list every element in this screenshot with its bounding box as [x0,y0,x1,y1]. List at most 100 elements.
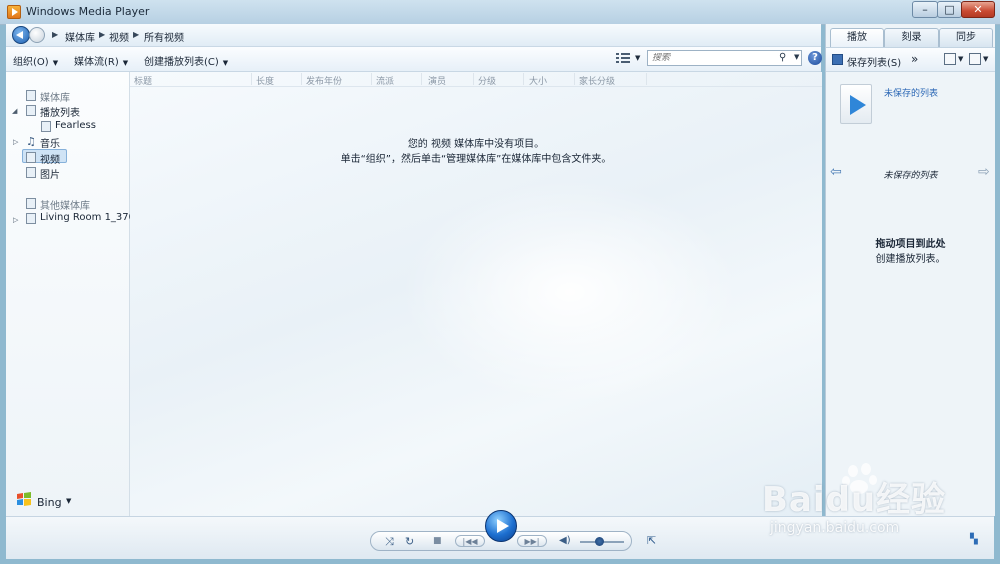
organize-label: 组织(O) [13,57,49,68]
maximize-button[interactable]: □ [937,1,962,18]
video-icon [26,152,36,163]
save-icon[interactable] [832,54,843,65]
list-view-icon[interactable] [969,53,981,65]
stream-label: 媒体流(R) [74,57,119,68]
bing-label[interactable]: Bing [37,496,62,509]
next-icon[interactable]: ▶▶| [517,535,547,547]
chevron-down-icon[interactable]: ▼ [983,55,988,63]
list-toolbar: 保存列表(S) » ▼ ▼ [826,47,995,72]
picture-icon [26,167,36,178]
bing-logo-icon[interactable] [16,491,32,507]
breadcrumb-all-videos[interactable]: 所有视频 [144,29,184,44]
column-header-rating[interactable]: 分级 [478,74,496,87]
sidebar-item-pictures[interactable]: 图片 [40,166,60,181]
breadcrumb-separator-icon: ▶ [52,30,59,39]
playlist-title-link[interactable]: 未保存的列表 [884,86,938,99]
navigation-pane: 媒体库 ◢ 播放列表 Fearless ▷ ♫ 音乐 视频 图片 其他媒体库 ▷… [6,72,135,516]
column-headers: 标题 长度 发布年份 流派 演员 分级 大小 家长分级 [130,72,822,87]
drag-items-hint: 创建播放列表。 [875,254,946,265]
column-header-title[interactable]: 标题 [134,74,152,87]
organize-menu[interactable]: 组织(O) ▼ [13,53,58,68]
save-list-button[interactable]: 保存列表(S) [847,54,901,69]
title-bar: Windows Media Player – □ ✕ [0,0,1000,25]
expand-arrow-icon[interactable]: ▷ [13,138,18,146]
more-options-button[interactable]: » [911,52,918,66]
create-playlist-menu[interactable]: 创建播放列表(C) ▼ [144,53,228,68]
column-divider[interactable] [421,73,422,85]
stream-menu[interactable]: 媒体流(R) ▼ [74,53,128,68]
playlist-art-icon [840,84,872,124]
navigation-bar: ▶ 媒体库 ▶ 视频 ▶ 所有视频 [6,24,821,47]
column-divider[interactable] [301,73,302,85]
tab-burn[interactable]: 刻录 [884,28,939,47]
column-divider[interactable] [574,73,575,85]
chevron-down-icon: ▼ [122,59,129,67]
app-icon[interactable] [7,5,21,19]
drag-items-heading: 拖动项目到此处 [875,239,946,250]
create-playlist-label: 创建播放列表(C) [144,57,219,68]
collapse-arrow-icon[interactable]: ◢ [12,107,17,115]
tab-play[interactable]: 播放 [830,28,884,47]
forward-button[interactable] [29,27,45,43]
playlist-icon [41,121,51,132]
breadcrumb-separator-icon[interactable]: ▶ [99,30,105,39]
repeat-icon[interactable]: ↻ [405,535,414,548]
column-header-parental-rating[interactable]: 家长分级 [579,74,615,87]
content-area: 标题 长度 发布年份 流派 演员 分级 大小 家长分级 您的 视频 媒体库中没有… [130,72,822,516]
help-icon[interactable]: ? [808,51,822,65]
volume-icon[interactable]: ◀) [559,535,571,546]
sidebar-item-video[interactable]: 视频 [40,151,60,166]
breadcrumb-separator-icon[interactable]: ▶ [133,30,139,39]
baidu-watermark: Baidu经验 [762,480,947,520]
empty-library-hint: 单击“组织”，然后单击“管理媒体库”在媒体库中包含文件夹。 [340,154,612,165]
playlist-icon [26,105,36,116]
search-icon[interactable]: ⚲ [779,52,786,63]
sidebar-item-playlists[interactable]: 播放列表 [40,104,80,119]
sidebar-item-living-room[interactable]: Living Room 1_370 [40,212,135,223]
expand-arrow-icon[interactable]: ▷ [13,216,18,224]
sidebar-item-library[interactable]: 媒体库 [40,89,70,104]
list-options-icon[interactable] [944,53,956,65]
search-box[interactable]: ⚲ ▼ [647,50,802,66]
sidebar-item-fearless[interactable]: Fearless [55,120,96,131]
column-header-size[interactable]: 大小 [529,74,547,87]
previous-icon[interactable]: |◀◀ [455,535,485,547]
sidebar-item-music[interactable]: 音乐 [40,135,60,150]
chevron-down-icon[interactable]: ▼ [635,54,640,62]
breadcrumb-video[interactable]: 视频 [109,29,129,44]
chevron-down-icon[interactable]: ▼ [794,53,799,61]
empty-library-message: 您的 视频 媒体库中没有项目。 [407,139,545,150]
play-icon[interactable] [485,510,517,542]
tab-sync[interactable]: 同步 [939,28,993,47]
other-libraries-icon [26,198,36,209]
list-pane: 播放 刻录 同步 保存列表(S) » ▼ ▼ 未保存的列表 ⇦ ⇨ 未保存的列表… [825,24,995,516]
music-note-icon: ♫ [26,135,36,148]
column-divider[interactable] [251,73,252,85]
column-divider[interactable] [646,73,647,85]
chevron-down-icon: ▼ [52,59,59,67]
close-button[interactable]: ✕ [961,1,995,18]
breadcrumb-library[interactable]: 媒体库 [65,29,95,44]
column-header-genre[interactable]: 流派 [376,74,394,87]
sidebar-item-other-libraries[interactable]: 其他媒体库 [40,197,90,212]
chevron-down-icon[interactable]: ▼ [958,55,963,63]
volume-slider-thumb[interactable] [595,537,605,546]
library-toolbar: 组织(O)▼ 媒体流(R)▼ 创建播放列表(C)▼ ▼ ⚲ ▼ ? [6,47,822,72]
column-divider[interactable] [371,73,372,85]
library-icon [26,90,36,101]
switch-view-icon[interactable]: ⇱ [647,534,656,547]
playlist-title: 未保存的列表 [883,171,938,181]
column-divider[interactable] [523,73,524,85]
back-button[interactable] [12,26,30,44]
shuffle-icon[interactable]: ⤨ [385,535,394,549]
stop-icon[interactable]: ■ [433,536,442,546]
column-divider[interactable] [473,73,474,85]
column-header-actors[interactable]: 演员 [428,74,446,87]
search-input[interactable] [652,53,772,63]
minimize-button[interactable]: – [912,1,938,18]
chevron-down-icon[interactable]: ▼ [66,497,71,505]
column-header-release-year[interactable]: 发布年份 [306,74,342,87]
window-title: Windows Media Player [26,5,150,18]
column-header-length[interactable]: 长度 [256,74,274,87]
view-options-icon[interactable] [616,53,630,63]
